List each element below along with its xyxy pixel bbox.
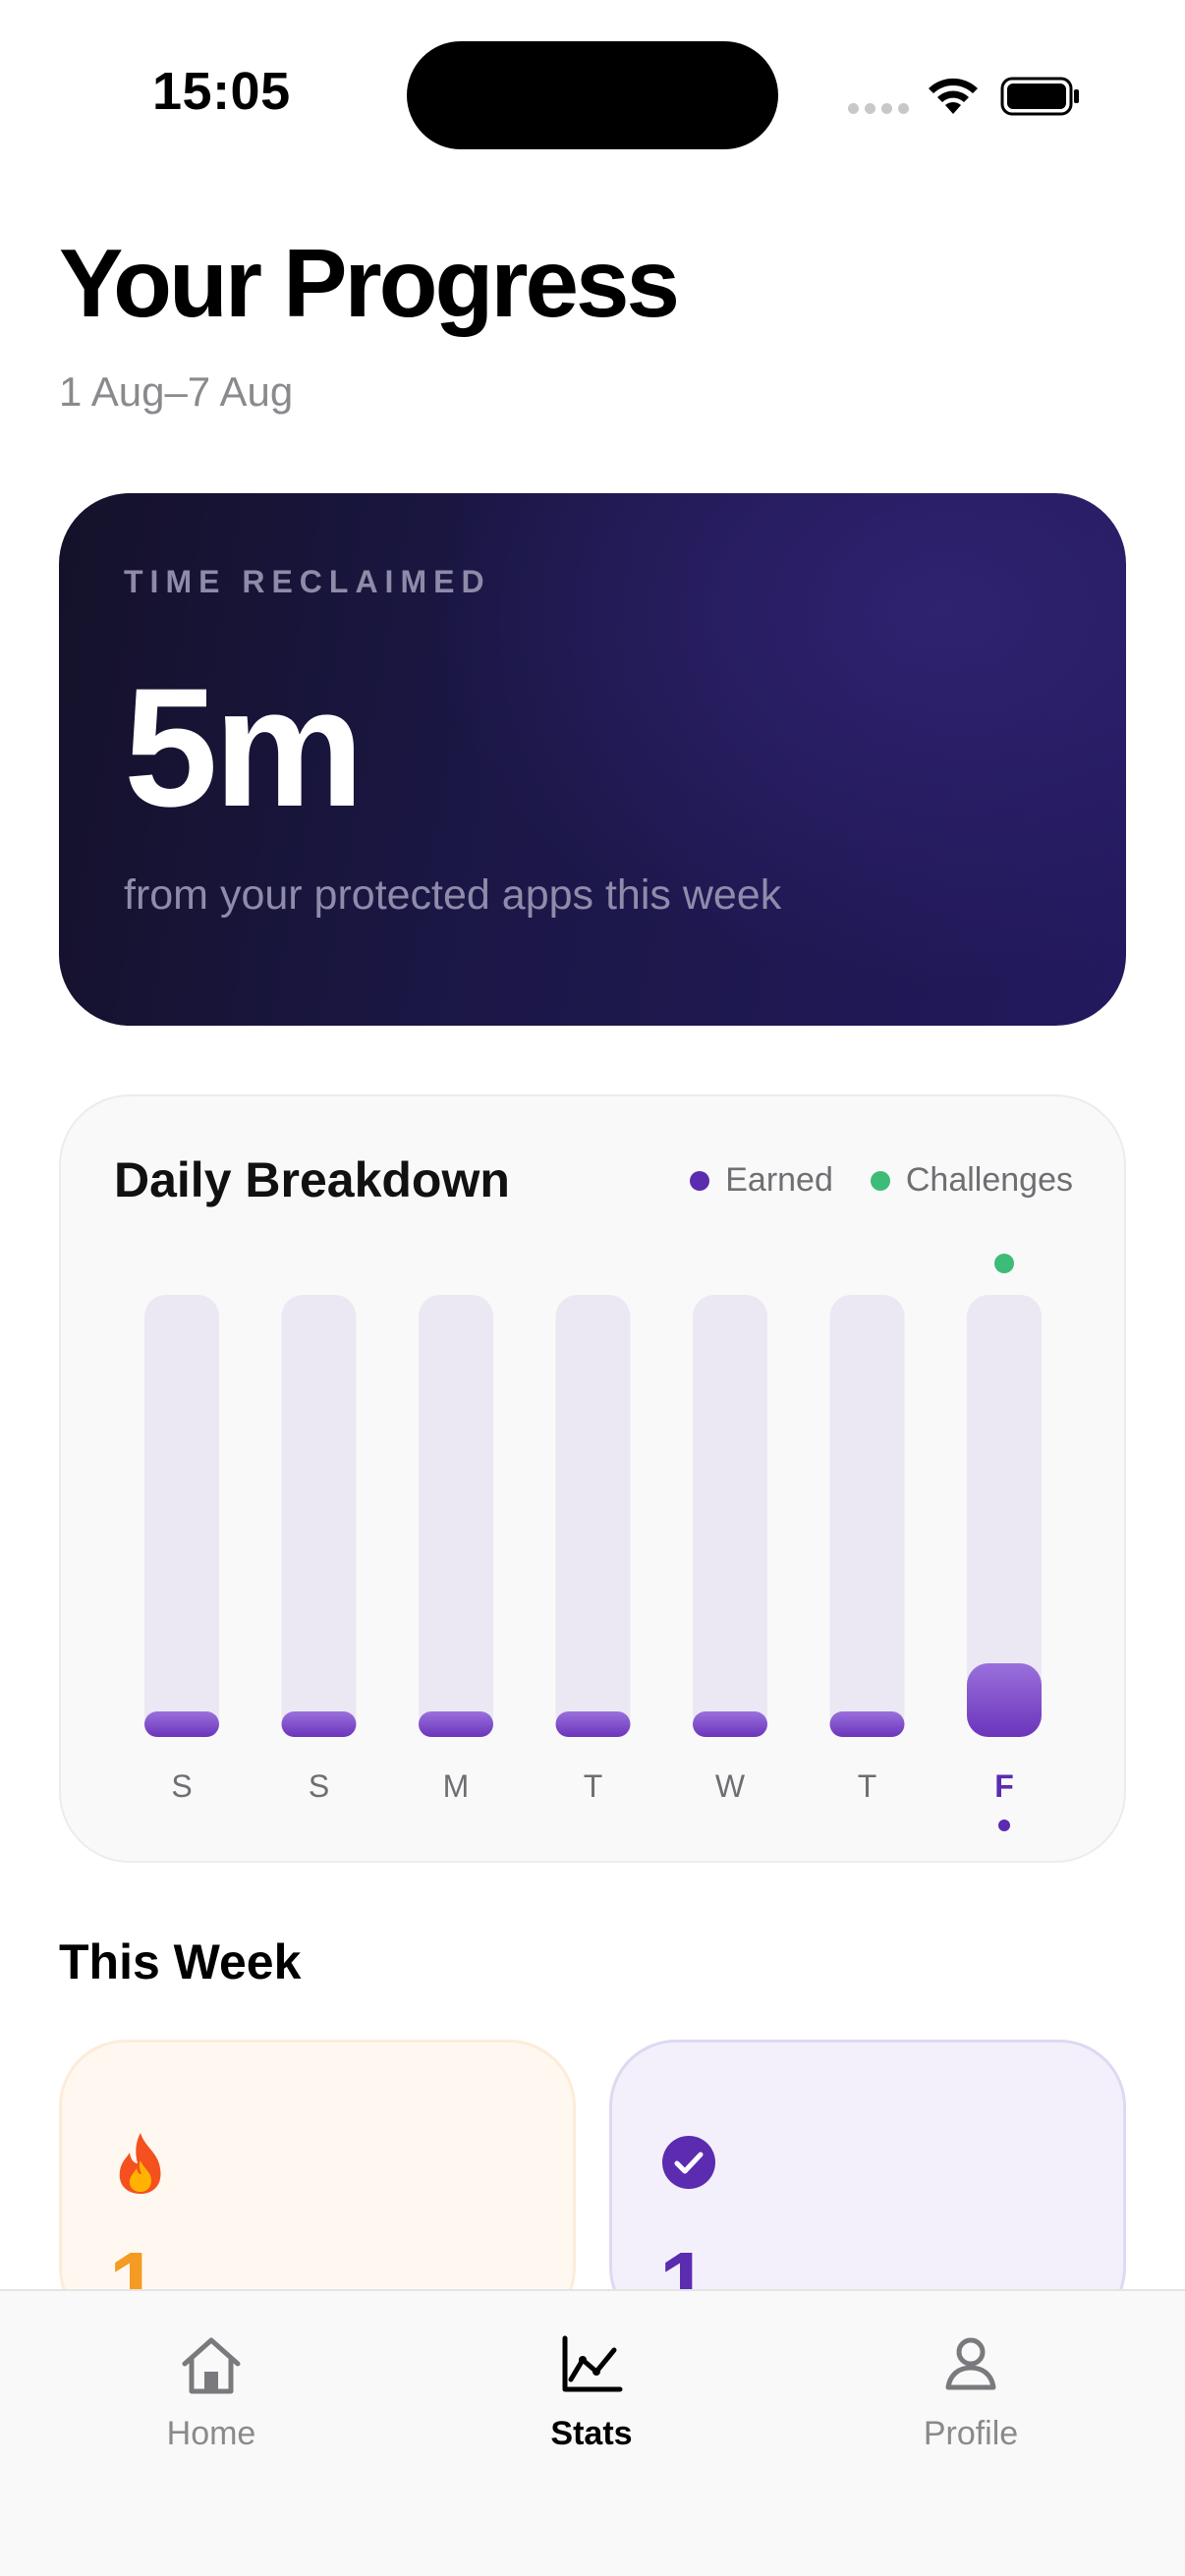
battery-icon (1000, 77, 1079, 116)
check-circle-icon (662, 2136, 715, 2189)
day-label: F (994, 1768, 1014, 1804)
current-day-indicator (998, 1820, 1010, 1831)
chart-legend: Earned Challenges (690, 1161, 1073, 1200)
day-label: T (584, 1768, 603, 1804)
bar-earned (829, 1711, 905, 1737)
hero-caption: from your protected apps this week (124, 871, 782, 919)
bar-track (144, 1295, 219, 1737)
bar-track (693, 1295, 767, 1737)
page-title: Your Progress (59, 229, 680, 337)
bar-track (829, 1295, 905, 1737)
wifi-icon (929, 78, 978, 114)
day-label: W (715, 1768, 746, 1804)
day-label: S (171, 1768, 192, 1804)
daily-breakdown-card: S S M T W T F Daily Breakdown Earned Challenge… (59, 1094, 1126, 1863)
home-icon (182, 2337, 241, 2394)
legend-dot-challenges (870, 1170, 890, 1191)
tab-home[interactable]: Home (84, 2330, 339, 2453)
tab-home-label: Home (166, 2415, 256, 2452)
day-label: S (309, 1768, 329, 1804)
legend-item-earned: Earned (690, 1161, 833, 1200)
date-range: 1 Aug–7 Aug (59, 368, 294, 415)
tab-bar: Home Stats Profile (0, 2289, 1185, 2576)
status-bar: 15:05 (0, 0, 1185, 196)
bar-earned (419, 1711, 493, 1737)
hero-label: TIME RECLAIMED (124, 564, 491, 599)
fire-icon (119, 2133, 161, 2194)
time-reclaimed-card: TIME RECLAIMED 5m from your protected ap… (59, 493, 1126, 1026)
tab-stats[interactable]: Stats (464, 2330, 719, 2453)
tab-profile-label: Profile (923, 2415, 1019, 2452)
bar-track (419, 1295, 493, 1737)
bar-track (555, 1295, 631, 1737)
bar-earned (144, 1711, 219, 1737)
daily-breakdown-chart: SSMTWTF (144, 1254, 1042, 1831)
legend-dot-earned (690, 1170, 710, 1191)
legend-item-challenges: Challenges (870, 1161, 1073, 1200)
cellular-signal-icon (848, 103, 909, 114)
challenge-dot (994, 1254, 1014, 1273)
bar-earned (967, 1663, 1042, 1737)
dynamic-island (407, 41, 778, 149)
tab-stats-label: Stats (550, 2415, 633, 2452)
bar-track (281, 1295, 357, 1737)
day-label: M (443, 1768, 470, 1804)
this-week-title: This Week (59, 1934, 302, 1989)
chart-title: Daily Breakdown (114, 1152, 510, 1207)
bar-earned (555, 1711, 631, 1737)
legend-label-earned: Earned (725, 1161, 833, 1199)
tab-profile[interactable]: Profile (843, 2330, 1099, 2453)
hero-value: 5m (124, 653, 365, 842)
legend-label-challenges: Challenges (905, 1161, 1073, 1199)
person-icon (945, 2337, 996, 2390)
bar-earned (281, 1711, 357, 1737)
status-time: 15:05 (152, 62, 291, 121)
bar-earned (693, 1711, 767, 1737)
chart-icon (562, 2335, 623, 2392)
day-label: T (858, 1768, 877, 1804)
